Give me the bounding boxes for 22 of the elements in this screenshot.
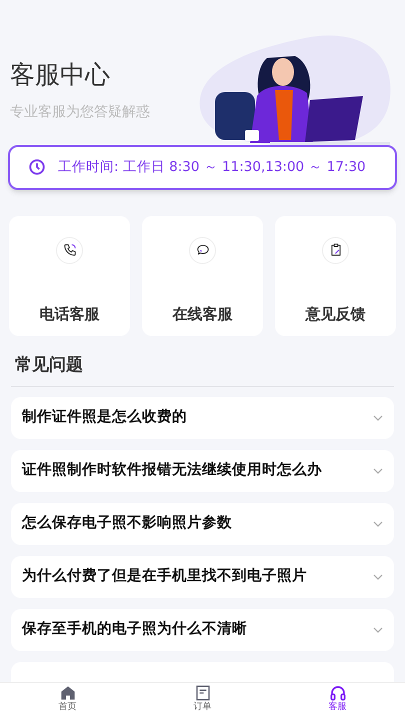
chat-bubble-icon — [196, 243, 210, 257]
headset-icon — [330, 685, 346, 702]
phone-icon — [62, 243, 76, 257]
home-icon — [60, 685, 76, 702]
service-card[interactable]: 在线客服 — [142, 216, 263, 336]
nav-tab[interactable]: 首页 — [0, 683, 135, 717]
clock-icon — [28, 158, 46, 176]
clipboard-edit-icon — [328, 243, 342, 257]
service-card[interactable]: 电话客服 — [9, 216, 130, 336]
page-title: 客服中心 — [10, 59, 111, 91]
document-icon — [194, 685, 210, 702]
nav-tab[interactable]: 订单 — [135, 683, 270, 717]
faq-item[interactable]: 怎么保存电子照不影响照片参数 — [11, 503, 394, 545]
working-hours-text: 工作时间: 工作日 8:30 ～ 11:30,13:00 ～ 17:30 — [58, 158, 366, 178]
faq-item[interactable]: 保存至手机的电子照为什么不清晰 — [11, 609, 394, 651]
faq-item[interactable]: 制作证件照是怎么收费的 — [11, 397, 394, 439]
faq-item[interactable]: 证件照制作时软件报错无法继续使用时怎么办 — [11, 450, 394, 492]
nav-tab[interactable]: 客服 — [270, 683, 405, 717]
faq-item[interactable]: 为什么付费了但是在手机里找不到电子照片 — [11, 556, 394, 598]
page-subtitle: 专业客服为您答疑解惑 — [10, 102, 150, 122]
section-heading: 常见问题 — [14, 354, 84, 374]
service-card[interactable]: 意见反馈 — [275, 216, 396, 336]
